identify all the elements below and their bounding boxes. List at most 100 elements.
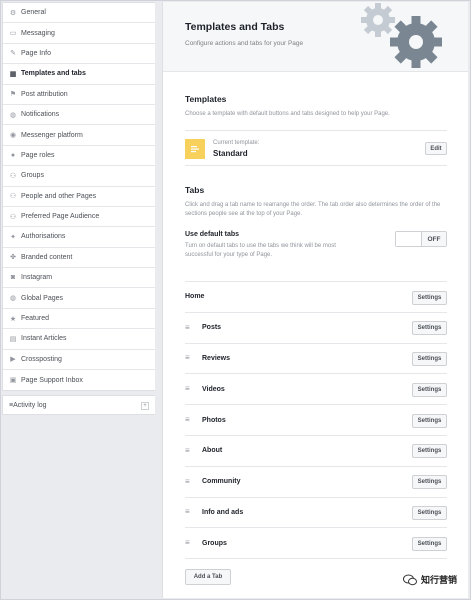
tab-settings-button[interactable]: Settings — [412, 352, 447, 367]
sidebar-item-page-roles[interactable]: ● Page roles — [3, 146, 155, 167]
tab-name: Info and ads — [202, 508, 244, 516]
drag-handle-icon[interactable]: ≡ — [185, 416, 193, 424]
tab-row[interactable]: ≡ Reviews Settings — [185, 344, 447, 375]
sidebar-item-general[interactable]: ⚙ General — [3, 3, 155, 24]
watermark: 知行营销 — [402, 573, 457, 586]
tab-row[interactable]: ≡ Posts Settings — [185, 313, 447, 344]
tab-list: Home Settings ≡ Posts Settings ≡ Reviews Settin… — [185, 281, 447, 560]
templates-section: Templates Choose a template with default… — [185, 94, 447, 119]
sidebar-item-branded-content[interactable]: ✤ Branded content — [3, 248, 155, 269]
sidebar-item-instant-articles[interactable]: ▤ Instant Articles — [3, 329, 155, 350]
templates-description: Choose a template with default buttons a… — [185, 111, 390, 117]
sidebar-item-label: Authorisations — [21, 233, 66, 241]
tab-settings-button[interactable]: Settings — [412, 506, 447, 521]
drag-handle-icon[interactable]: ≡ — [185, 354, 193, 362]
sidebar-item-crossposting[interactable]: ▶ Crossposting — [3, 350, 155, 371]
sidebar-item-label: Branded content — [21, 253, 73, 261]
watermark-text: 知行营销 — [420, 575, 457, 585]
sidebar-item-post-attribution[interactable]: ⚑ Post attribution — [3, 85, 155, 105]
sidebar-item-authorisations[interactable]: ✦ Authorisations — [3, 227, 155, 248]
globe-icon: ◍ — [9, 295, 17, 303]
tab-name: Reviews — [202, 354, 231, 362]
main-panel: Templates and Tabs Configure actions and… — [162, 2, 468, 598]
tab-name: Videos — [202, 385, 225, 393]
sidebar-item-notifications[interactable]: ◍ Notifications — [3, 105, 155, 126]
tab-settings-button[interactable]: Settings — [412, 413, 447, 428]
sidebar-item-messaging[interactable]: ▭ Messaging — [3, 23, 155, 44]
people-icon: ⚇ — [9, 213, 17, 221]
tabs-section: Tabs Click and drag a tab name to rearra… — [185, 185, 447, 219]
drag-handle-icon[interactable]: ≡ — [185, 508, 193, 516]
sidebar-item-label: Notifications — [21, 111, 60, 119]
sidebar-item-page-info[interactable]: ✎ Page Info — [3, 44, 155, 65]
group-icon: ⚇ — [9, 172, 17, 180]
sidebar-item-label: Instagram — [21, 274, 53, 282]
flag-icon: ⚑ — [9, 91, 17, 99]
tabs-title: Tabs — [185, 185, 205, 195]
add-tab-button[interactable]: Add a Tab — [185, 569, 231, 585]
sidebar-item-label: Instant Articles — [21, 335, 67, 343]
sidebar-item-label: Post attribution — [21, 90, 68, 98]
sidebar-item-templates-and-tabs[interactable]: ▦ Templates and tabs — [3, 64, 155, 85]
person-icon: ● — [10, 151, 16, 159]
tab-row: Home Settings — [185, 282, 447, 313]
edit-template-button[interactable]: Edit — [425, 142, 447, 155]
drag-handle-icon[interactable]: ≡ — [185, 446, 193, 455]
sidebar-item-featured[interactable]: ★ Featured — [3, 309, 155, 330]
drag-handle-icon[interactable]: ≡ — [185, 385, 193, 393]
tab-row[interactable]: ≡ About Settings — [185, 436, 447, 467]
current-template-name: Standard — [213, 149, 248, 158]
tab-settings-button[interactable]: Settings — [412, 321, 447, 336]
expand-icon[interactable]: + — [141, 402, 149, 411]
default-tabs-toggle[interactable]: OFF — [395, 231, 447, 247]
sidebar-item-label: Page Info — [21, 49, 51, 57]
tab-name: Photos — [202, 416, 226, 424]
globe-icon: ◍ — [9, 111, 17, 119]
sidebar-item-label: People and other Pages — [21, 192, 97, 200]
sidebar-item-label: Templates and tabs — [21, 70, 86, 78]
toggle-knob — [396, 232, 422, 246]
sidebar-item-page-support-inbox[interactable]: ▣ Page Support Inbox — [3, 370, 155, 390]
sidebar-item-label: General — [21, 9, 46, 17]
tab-name: Posts — [202, 324, 222, 332]
inbox-icon: ▣ — [9, 377, 17, 385]
gear-icon: ⚙ — [9, 9, 17, 17]
settings-sidebar: ⚙ General ▭ Messaging ✎ Page Info ▦ Templates a… — [2, 2, 155, 416]
sidebar-item-activity-log[interactable]: ≡ Activity log + — [2, 395, 155, 416]
tab-row[interactable]: ≡ Community Settings — [185, 467, 447, 498]
drag-handle-icon[interactable]: ≡ — [185, 539, 193, 547]
sidebar-item-groups[interactable]: ⚇ Groups — [3, 166, 155, 187]
drag-handle-icon[interactable]: ≡ — [185, 477, 193, 486]
sidebar-item-label: Preferred Page Audience — [21, 213, 100, 221]
default-tabs-description: Turn on default tabs to use the tabs we … — [185, 243, 336, 258]
tab-row[interactable]: ≡ Info and ads Settings — [185, 498, 447, 529]
video-icon: ▶ — [10, 356, 16, 364]
tab-settings-button[interactable]: Settings — [412, 475, 447, 490]
tab-row[interactable]: ≡ Groups Settings — [185, 528, 447, 560]
sidebar-item-people-and-other-pages[interactable]: ⚇ People and other Pages — [3, 187, 155, 207]
sidebar-item-instagram[interactable]: ◙ Instagram — [3, 268, 155, 289]
grid-icon: ▦ — [9, 70, 17, 78]
tab-settings-button[interactable]: Settings — [412, 382, 447, 397]
sidebar-item-messenger-platform[interactable]: ◉ Messenger platform — [3, 125, 155, 146]
template-icon — [185, 139, 205, 159]
tab-settings-button[interactable]: Settings — [412, 536, 447, 551]
tab-settings-button[interactable]: Settings — [412, 444, 447, 459]
tab-settings-button[interactable]: Settings — [412, 290, 447, 305]
sidebar-item-label: Messaging — [21, 29, 55, 37]
sidebar-item-preferred-page-audience[interactable]: ⚇ Preferred Page Audience — [3, 207, 155, 228]
tab-row[interactable]: ≡ Photos Settings — [185, 405, 447, 436]
instagram-icon: ◙ — [10, 274, 16, 282]
sidebar-item-label: Featured — [21, 315, 50, 323]
page-title: Templates and Tabs — [185, 21, 285, 33]
tab-row[interactable]: ≡ Videos Settings — [185, 374, 447, 406]
tabs-description: Click and drag a tab name to rearrange t… — [185, 202, 441, 217]
messenger-icon: ◉ — [9, 132, 17, 140]
toggle-state: OFF — [422, 232, 446, 246]
sidebar-list: ⚙ General ▭ Messaging ✎ Page Info ▦ Templates a… — [2, 2, 155, 392]
page-subtitle: Configure actions and tabs for your Page — [185, 40, 304, 47]
current-template-label: Current template: — [213, 140, 260, 146]
current-template: Current template: Standard Edit — [185, 130, 447, 166]
sidebar-item-global-pages[interactable]: ◍ Global Pages — [3, 288, 155, 309]
drag-handle-icon[interactable]: ≡ — [185, 323, 193, 332]
